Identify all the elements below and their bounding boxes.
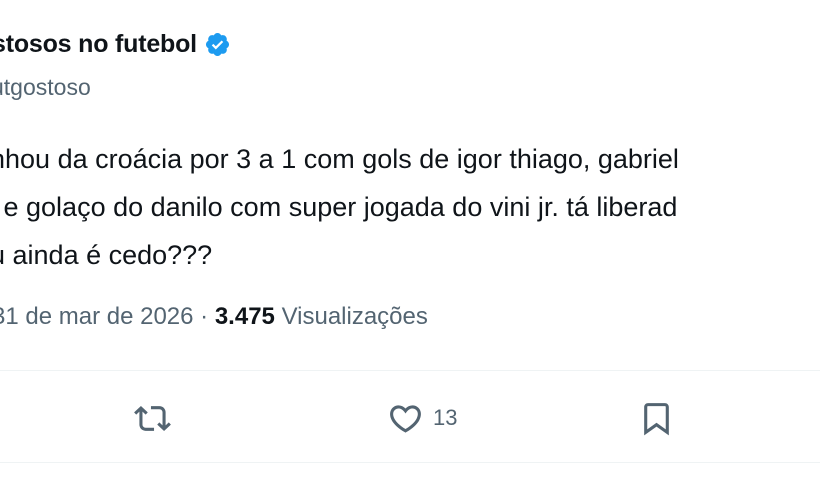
author-name[interactable]: stosos no futebol [0, 30, 197, 59]
like-count: 13 [433, 405, 458, 430]
action-bar: 13 [0, 396, 820, 440]
views-label: Visualizações [281, 303, 428, 330]
tweet-meta: 31 de mar de 2026 · 3.475 Visualizações [0, 303, 428, 331]
meta-separator: · [200, 303, 209, 330]
divider-top [0, 370, 820, 371]
heart-icon [390, 404, 421, 433]
verified-badge-icon[interactable] [204, 31, 231, 58]
bookmark-button[interactable] [638, 396, 684, 440]
author-name-row[interactable]: stosos no futebol [0, 30, 231, 59]
tweet-text: nhou da croácia por 3 a 1 com gols de ig… [0, 144, 679, 270]
like-button[interactable]: 13 [387, 396, 457, 440]
retweet-icon [134, 405, 171, 431]
bookmark-icon [644, 402, 669, 435]
tweet-date[interactable]: 31 de mar de 2026 [0, 303, 193, 330]
author-handle[interactable]: utgostoso [0, 74, 91, 101]
retweet-button[interactable] [134, 396, 180, 440]
tweet-detail: stosos no futebol utgostoso nhou da croá… [0, 0, 820, 480]
views-count: 3.475 [214, 303, 275, 330]
divider-bottom [0, 462, 820, 463]
